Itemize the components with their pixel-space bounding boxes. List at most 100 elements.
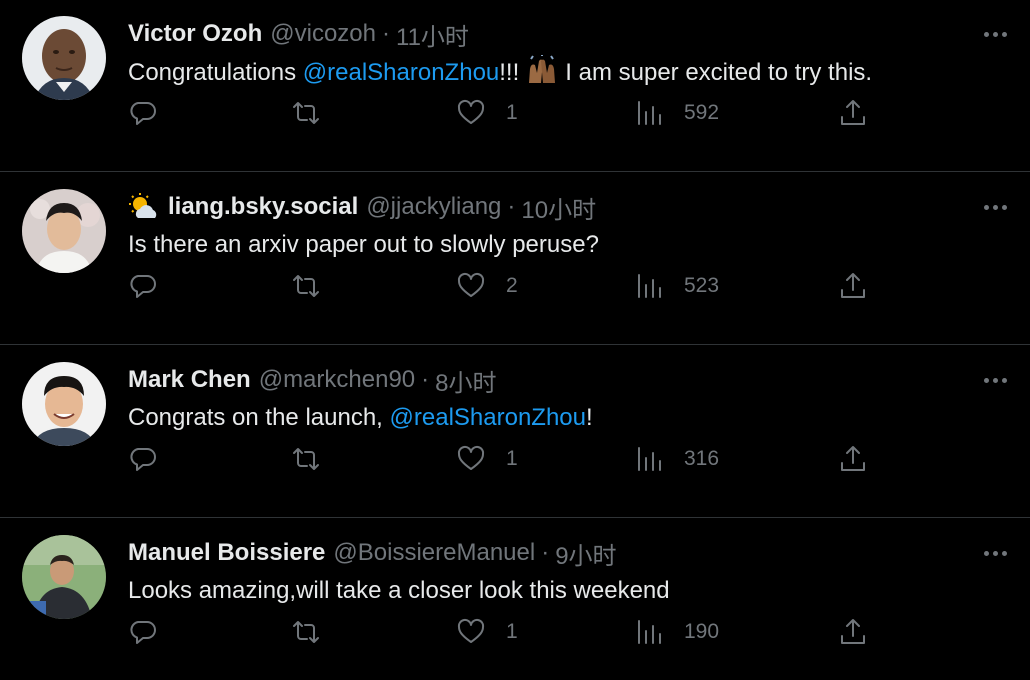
retweet-button[interactable] [291, 268, 321, 304]
tweet-item[interactable]: Manuel Boissiere @BoissiereManuel · 9小时 … [0, 519, 1030, 680]
separator-dot: · [421, 366, 430, 393]
sun-behind-cloud-emoji [129, 193, 157, 218]
timestamp[interactable]: 11小时 [396, 17, 469, 52]
separator-dot: · [541, 539, 550, 566]
like-count: 1 [506, 101, 518, 124]
views-icon [638, 101, 661, 125]
avatar[interactable] [22, 362, 106, 446]
like-button[interactable]: 1 [456, 441, 518, 477]
share-icon [841, 100, 865, 125]
avatar-victor-ozoh [22, 16, 106, 100]
reply-feed: Victor Ozoh @vicozoh · 11小时 Congratulati… [0, 0, 1030, 680]
views-button[interactable]: 592 [634, 95, 719, 131]
reply-button[interactable] [128, 614, 158, 650]
text-segment: Congratulations [128, 59, 303, 86]
like-icon [457, 99, 485, 124]
retweet-button[interactable] [291, 441, 321, 477]
raising-hands-emoji [529, 55, 556, 83]
tweet-actions: 1 316 [0, 441, 1030, 477]
author-handle[interactable]: @BoissiereManuel [333, 539, 535, 567]
author-name[interactable]: Mark Chen [128, 366, 251, 394]
tweet-text: Congrats on the launch, @realSharonZhou! [128, 401, 593, 435]
tweet-item[interactable]: liang.bsky.social @jjackyliang · 10小时 Is… [0, 173, 1030, 345]
reply-icon [130, 621, 156, 644]
views-count: 316 [684, 447, 720, 470]
views-button[interactable]: 523 [634, 268, 719, 304]
share-icon [841, 273, 865, 298]
tweet-actions: 1 190 [0, 614, 1030, 650]
like-count: 2 [506, 274, 518, 297]
like-count: 1 [506, 620, 518, 643]
tweet-header: Mark Chen @markchen90 · 8小时 [128, 363, 497, 397]
avatar[interactable] [22, 189, 106, 273]
share-button[interactable] [838, 614, 868, 650]
avatar-mark-chen [22, 362, 106, 446]
tweet-header: Manuel Boissiere @BoissiereManuel · 9小时 [128, 536, 617, 570]
separator-dot: · [382, 20, 390, 47]
like-button[interactable]: 1 [456, 95, 518, 131]
views-count: 190 [684, 620, 720, 643]
more-icon[interactable] [982, 543, 1010, 563]
tweet-item[interactable]: Victor Ozoh @vicozoh · 11小时 Congratulati… [0, 0, 1030, 172]
avatar[interactable] [22, 535, 106, 619]
tweet-header: liang.bsky.social @jjackyliang · 10小时 [128, 190, 596, 224]
views-button[interactable]: 190 [634, 614, 719, 650]
author-handle[interactable]: @jjackyliang [366, 193, 501, 221]
text-segment: !!! [499, 59, 520, 86]
timestamp[interactable]: 9小时 [555, 536, 616, 571]
share-button[interactable] [838, 95, 868, 131]
author-name[interactable]: Manuel Boissiere [128, 539, 325, 567]
author-handle[interactable]: @vicozoh [270, 20, 376, 48]
retweet-icon [293, 102, 319, 124]
separator-dot: · [507, 193, 516, 220]
author-name[interactable]: liang.bsky.social [168, 193, 358, 221]
views-icon [638, 620, 661, 644]
tweet-actions: 1 592 [0, 95, 1030, 131]
avatar[interactable] [22, 16, 106, 100]
like-button[interactable]: 1 [456, 614, 518, 650]
retweet-button[interactable] [291, 95, 321, 131]
avatar-manuel-boissiere [22, 535, 106, 619]
like-button[interactable]: 2 [456, 268, 518, 304]
retweet-button[interactable] [291, 614, 321, 650]
avatar-liang [22, 189, 106, 273]
text-segment: I am super excited to try this. [565, 59, 873, 86]
author-name[interactable]: Victor Ozoh [128, 20, 262, 48]
views-icon [638, 447, 661, 471]
tweet-item[interactable]: Mark Chen @markchen90 · 8小时 Congrats on … [0, 346, 1030, 518]
more-icon[interactable] [982, 197, 1010, 217]
like-icon [457, 618, 485, 643]
reply-button[interactable] [128, 95, 158, 131]
text-segment: Congrats on the launch, [128, 404, 390, 431]
timestamp[interactable]: 10小时 [521, 190, 596, 225]
more-icon[interactable] [982, 370, 1010, 390]
like-icon [457, 272, 485, 297]
reply-icon [130, 448, 156, 471]
retweet-icon [293, 275, 319, 297]
reply-icon [130, 275, 156, 298]
share-icon [841, 446, 865, 471]
share-button[interactable] [838, 268, 868, 304]
like-icon [457, 445, 485, 470]
timestamp[interactable]: 8小时 [435, 363, 496, 398]
reply-icon [130, 102, 156, 125]
author-handle[interactable]: @markchen90 [259, 366, 415, 394]
views-count: 592 [684, 101, 720, 124]
text-segment: ! [586, 404, 593, 431]
share-button[interactable] [838, 441, 868, 477]
mention-link[interactable]: @realSharonZhou [303, 59, 499, 86]
like-count: 1 [506, 447, 518, 470]
views-count: 523 [684, 274, 720, 297]
more-icon[interactable] [982, 24, 1010, 44]
retweet-icon [293, 448, 319, 470]
tweet-text: Is there an arxiv paper out to slowly pe… [128, 231, 599, 258]
share-icon [841, 619, 865, 644]
views-button[interactable]: 316 [634, 441, 719, 477]
tweet-header: Victor Ozoh @vicozoh · 11小时 [128, 17, 469, 51]
views-icon [638, 274, 661, 298]
reply-button[interactable] [128, 441, 158, 477]
tweet-text: Congratulations @realSharonZhou!!! I am … [128, 55, 872, 90]
tweet-text: Looks amazing,will take a closer look th… [128, 577, 670, 604]
reply-button[interactable] [128, 268, 158, 304]
mention-link[interactable]: @realSharonZhou [390, 404, 586, 431]
